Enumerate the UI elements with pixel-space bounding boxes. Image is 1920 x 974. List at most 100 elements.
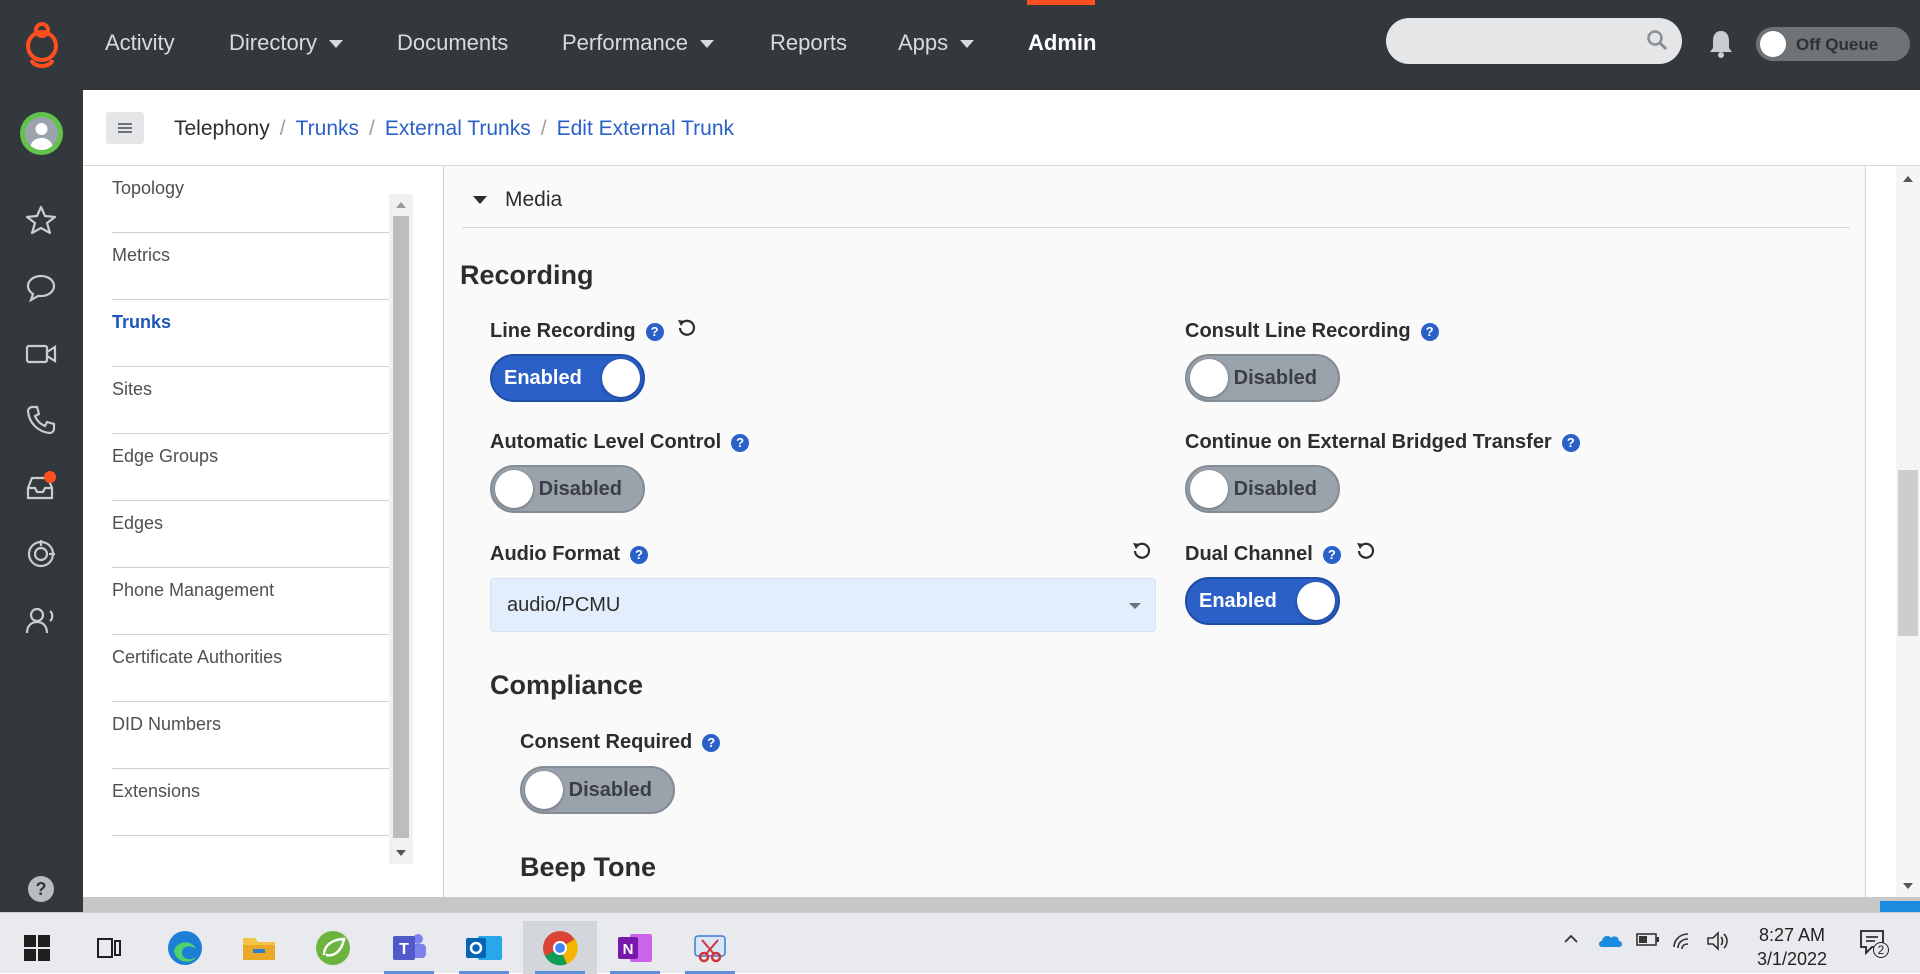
help-icon[interactable]: ?: [28, 876, 54, 902]
outlook-icon[interactable]: [447, 921, 521, 974]
performance-target-icon[interactable]: [24, 537, 58, 571]
spring-icon[interactable]: [296, 921, 370, 974]
toggle-knob: [1190, 359, 1228, 397]
genesys-logo-icon[interactable]: [22, 22, 62, 68]
page-scrollbar[interactable]: [1896, 166, 1920, 897]
sidebar-item-trunks[interactable]: Trunks: [112, 300, 390, 367]
telephony-side-menu: Topology Metrics Trunks Sites Edge Group…: [83, 166, 443, 912]
dual-channel-toggle[interactable]: Enabled: [1185, 577, 1340, 625]
chevron-down-icon: [699, 40, 714, 48]
avatar[interactable]: [20, 112, 63, 155]
search-input[interactable]: [1386, 18, 1682, 64]
toggle-knob: [525, 771, 563, 809]
scroll-up-icon[interactable]: [396, 202, 406, 208]
nav-directory[interactable]: Directory: [229, 30, 344, 56]
help-icon[interactable]: ?: [1322, 545, 1341, 564]
inbox-notification-icon[interactable]: [24, 470, 58, 504]
queue-toggle-knob: [1760, 31, 1786, 57]
nav-reports[interactable]: Reports: [770, 30, 847, 56]
scrollbar-thumb[interactable]: [1898, 470, 1918, 636]
nav-admin[interactable]: Admin: [1028, 30, 1096, 56]
scroll-down-icon[interactable]: [1903, 883, 1913, 889]
notification-center-icon[interactable]: 2: [1858, 927, 1889, 958]
video-icon[interactable]: [24, 337, 58, 371]
battery-icon[interactable]: [1636, 931, 1660, 947]
consult-line-recording-toggle[interactable]: Disabled: [1185, 354, 1340, 402]
audio-format-select[interactable]: audio/PCMU: [490, 578, 1156, 632]
help-icon[interactable]: ?: [1420, 322, 1439, 341]
clock-date: 3/1/2022: [1756, 949, 1828, 969]
automatic-level-control-label: Automatic Level Control ?: [490, 431, 750, 454]
media-section-header[interactable]: Media: [462, 172, 1850, 228]
top-nav: Activity Directory Documents Performance…: [0, 0, 1920, 90]
breadcrumb-external-trunks[interactable]: External Trunks: [385, 117, 531, 141]
task-view-icon[interactable]: [72, 921, 146, 974]
sidebar-item-topology[interactable]: Topology: [112, 166, 390, 233]
bell-icon[interactable]: [1708, 28, 1734, 58]
horizontal-scrollbar[interactable]: [83, 897, 1920, 912]
queue-toggle[interactable]: Off Queue: [1756, 27, 1910, 61]
line-recording-label: Line Recording ?: [490, 320, 664, 343]
start-icon[interactable]: [0, 921, 74, 974]
search-icon[interactable]: [1646, 29, 1668, 51]
consent-required-toggle[interactable]: Disabled: [520, 766, 675, 814]
audio-format-label: Audio Format ?: [490, 543, 648, 566]
scroll-up-icon[interactable]: [1903, 176, 1913, 182]
help-icon[interactable]: ?: [1561, 433, 1580, 452]
consent-required-label: Consent Required ?: [520, 731, 721, 754]
scroll-down-icon[interactable]: [396, 850, 406, 856]
sidebar-item-certificate-authorities[interactable]: Certificate Authorities: [112, 635, 390, 702]
onedrive-icon[interactable]: [1598, 931, 1624, 949]
file-explorer-icon[interactable]: [222, 921, 296, 974]
sidebar-item-phone-management[interactable]: Phone Management: [112, 568, 390, 635]
snipping-tool-icon[interactable]: [673, 921, 747, 974]
continue-external-bridged-transfer-toggle[interactable]: Disabled: [1185, 465, 1340, 513]
line-recording-toggle[interactable]: Enabled: [490, 354, 645, 402]
nav-apps[interactable]: Apps: [898, 30, 975, 56]
chat-icon[interactable]: [24, 270, 58, 304]
star-icon[interactable]: [24, 203, 58, 237]
sidebar-item-did-numbers[interactable]: DID Numbers: [112, 702, 390, 769]
menu-toggle-button[interactable]: [106, 112, 144, 144]
left-rail: ?: [0, 90, 83, 912]
phone-icon[interactable]: [24, 403, 58, 437]
volume-icon[interactable]: [1706, 931, 1730, 951]
edge-icon[interactable]: [148, 921, 222, 974]
taskbar-clock[interactable]: 8:27 AM 3/1/2022: [1746, 923, 1838, 971]
help-icon[interactable]: ?: [645, 322, 664, 341]
sidebar-item-edge-groups[interactable]: Edge Groups: [112, 434, 390, 501]
continue-external-bridged-transfer-label: Continue on External Bridged Transfer ?: [1185, 431, 1580, 454]
agent-headset-icon[interactable]: [24, 603, 58, 637]
sidebar-item-sites[interactable]: Sites: [112, 367, 390, 434]
wifi-icon[interactable]: [1672, 931, 1694, 951]
chrome-icon[interactable]: [523, 921, 597, 974]
nav-documents[interactable]: Documents: [397, 30, 508, 56]
sidebar-item-metrics[interactable]: Metrics: [112, 233, 390, 300]
help-icon[interactable]: ?: [630, 545, 648, 564]
sidebar-item-extensions[interactable]: Extensions: [112, 769, 390, 836]
user-silhouette-icon: [30, 123, 53, 150]
reset-icon[interactable]: [675, 317, 697, 339]
caret-down-icon: [473, 196, 487, 204]
reset-icon[interactable]: [1354, 540, 1376, 562]
breadcrumb-trunks[interactable]: Trunks: [296, 117, 359, 141]
reset-icon[interactable]: [1130, 540, 1152, 562]
breadcrumb-edit-external-trunk[interactable]: Edit External Trunk: [557, 117, 734, 141]
automatic-level-control-toggle[interactable]: Disabled: [490, 465, 645, 513]
media-section-title: Media: [505, 188, 563, 211]
help-icon[interactable]: ?: [702, 733, 721, 752]
nav-activity[interactable]: Activity: [105, 30, 175, 56]
onenote-icon[interactable]: N: [598, 921, 672, 974]
side-menu-scrollbar[interactable]: [389, 194, 413, 864]
breadcrumb-telephony: Telephony: [174, 117, 270, 140]
help-icon[interactable]: ?: [731, 433, 750, 452]
chevron-down-icon: [1129, 603, 1141, 609]
sidebar-item-edges[interactable]: Edges: [112, 501, 390, 568]
nav-performance[interactable]: Performance: [562, 30, 714, 56]
scrollbar-thumb[interactable]: [393, 216, 409, 838]
clock-time: 8:27 AM: [1758, 925, 1826, 945]
chevron-up-icon[interactable]: [1563, 931, 1579, 947]
active-nav-indicator: [1027, 0, 1095, 5]
toggle-knob: [602, 359, 640, 397]
teams-icon[interactable]: T: [372, 921, 446, 974]
